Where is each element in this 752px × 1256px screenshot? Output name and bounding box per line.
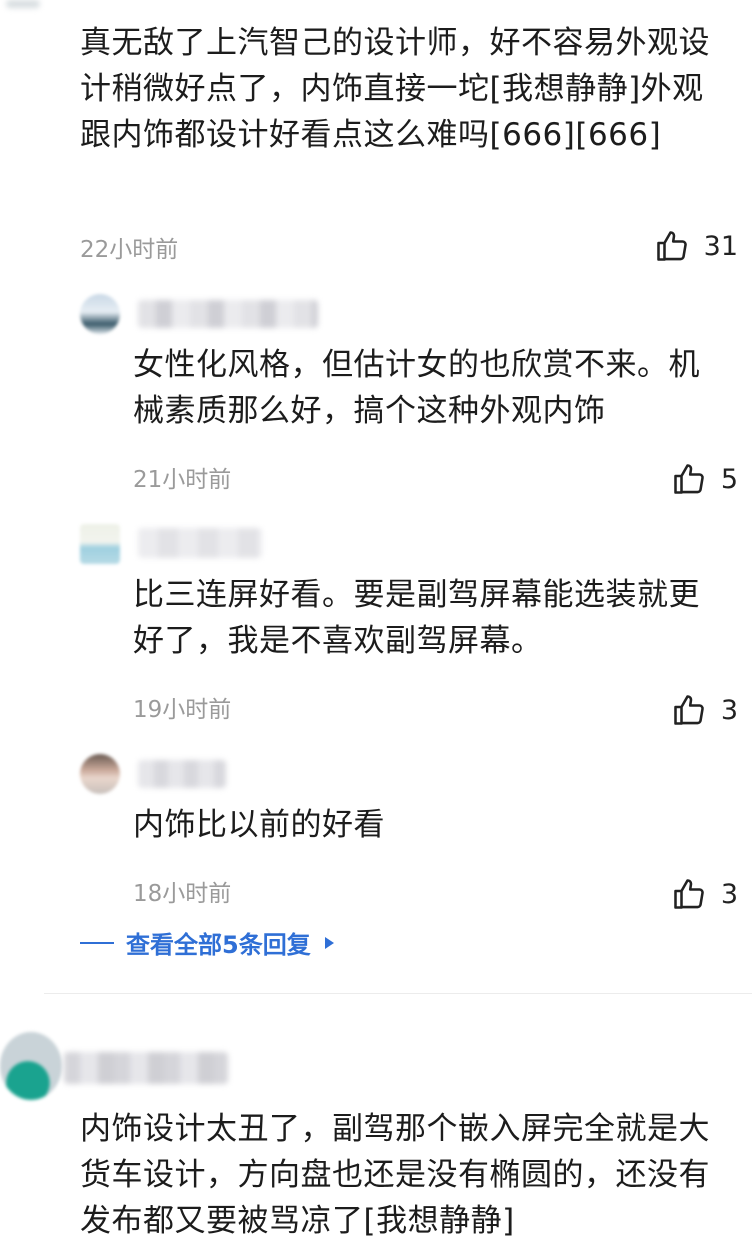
comment-time: 22小时前 <box>80 237 179 263</box>
reply-time: 19小时前 <box>133 697 232 723</box>
avatar[interactable] <box>0 1032 62 1100</box>
like-button[interactable]: 5 <box>671 461 738 497</box>
comment-divider <box>44 993 752 994</box>
reply-time: 18小时前 <box>133 881 232 907</box>
like-count: 3 <box>720 694 738 726</box>
like-count: 3 <box>720 878 738 910</box>
like-button[interactable]: 3 <box>671 692 738 728</box>
avatar[interactable] <box>80 524 120 564</box>
username-blurred[interactable] <box>138 760 226 788</box>
reply-text: 比三连屏好看。要是副驾屏幕能选装就更好了，我是不喜欢副驾屏幕。 <box>133 577 700 659</box>
reply-text: 女性化风格，但估计女的也欣赏不来。机械素质那么好，搞个这种外观内饰 <box>133 347 700 429</box>
thumbs-up-icon <box>674 464 704 494</box>
bottom-fade <box>0 1238 752 1256</box>
avatar[interactable] <box>80 294 120 334</box>
avatar[interactable] <box>80 754 120 794</box>
comment-text: 真无敌了上汽智己的设计师，好不容易外观设计稍微好点了，内饰直接一坨[我想静静]外… <box>80 25 710 153</box>
thumbs-up-icon <box>656 231 687 261</box>
username-blurred[interactable] <box>138 528 262 558</box>
thumbs-up-icon <box>674 879 704 909</box>
triangle-right-icon <box>324 936 334 949</box>
like-button[interactable]: 31 <box>654 228 738 264</box>
username-blurred[interactable] <box>64 1052 228 1084</box>
like-count: 5 <box>720 463 738 495</box>
thumbs-up-icon <box>674 695 704 725</box>
reply-text: 内饰比以前的好看 <box>133 807 385 843</box>
divider-dash <box>80 941 114 944</box>
view-all-replies-link[interactable]: 查看全部5条回复 <box>80 925 335 960</box>
like-button[interactable]: 3 <box>671 876 738 912</box>
avatar-top-partial <box>6 0 40 8</box>
comment-text: 内饰设计太丑了，副驾那个嵌入屏完全就是大货车设计，方向盘也还是没有椭圆的，还没有… <box>80 1111 710 1239</box>
reply-time: 21小时前 <box>133 467 232 493</box>
username-blurred[interactable] <box>138 300 318 328</box>
like-count: 31 <box>703 230 738 262</box>
view-all-replies-label: 查看全部5条回复 <box>126 931 311 959</box>
